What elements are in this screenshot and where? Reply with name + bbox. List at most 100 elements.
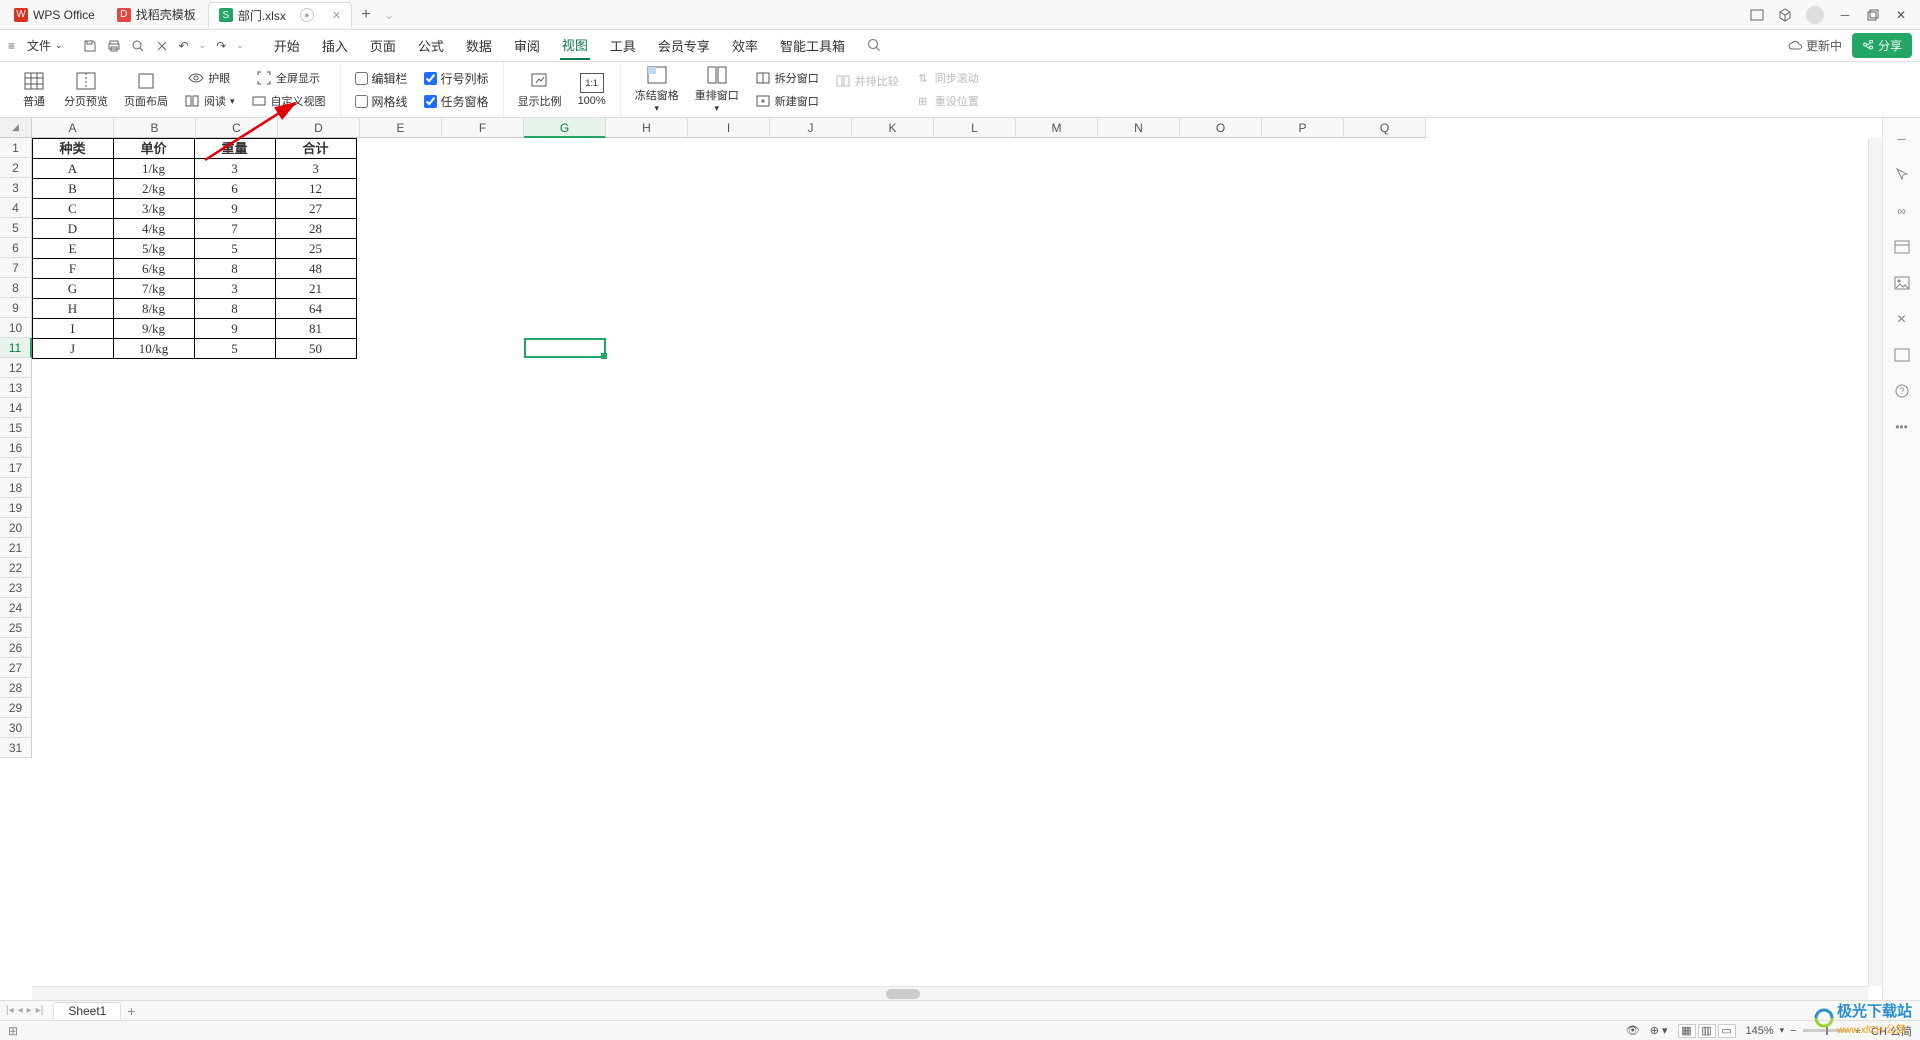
row-header[interactable]: 3 <box>0 178 32 198</box>
select-all-corner[interactable]: ◢ <box>0 118 32 138</box>
table-cell[interactable]: 48 <box>275 258 357 279</box>
row-header[interactable]: 6 <box>0 238 32 258</box>
col-header[interactable]: L <box>934 118 1016 138</box>
table-cell[interactable]: 8 <box>194 298 276 319</box>
row-header[interactable]: 2 <box>0 158 32 178</box>
col-header[interactable]: H <box>606 118 688 138</box>
row-header[interactable]: 28 <box>0 678 32 698</box>
tab-dropdown-icon[interactable]: ⌄ <box>384 8 394 22</box>
table-cell[interactable]: 3/kg <box>113 198 195 219</box>
table-cell[interactable]: C <box>32 198 114 219</box>
menu-tab-4[interactable]: 数据 <box>464 32 494 59</box>
reader-icon[interactable] <box>1750 8 1764 22</box>
cut-icon[interactable] <box>155 39 169 53</box>
menu-tab-3[interactable]: 公式 <box>416 32 446 59</box>
menu-tab-0[interactable]: 开始 <box>272 32 302 59</box>
row-header[interactable]: 8 <box>0 278 32 298</box>
table-cell[interactable]: 3 <box>194 278 276 299</box>
col-header[interactable]: I <box>688 118 770 138</box>
zoom-100-button[interactable]: 1:1100% <box>572 71 612 109</box>
table-cell[interactable]: 21 <box>275 278 357 299</box>
row-header[interactable]: 14 <box>0 398 32 418</box>
row-header[interactable]: 16 <box>0 438 32 458</box>
table-cell[interactable]: 25 <box>275 238 357 259</box>
row-header[interactable]: 19 <box>0 498 32 518</box>
table-cell[interactable]: H <box>32 298 114 319</box>
collapse-icon[interactable]: ─ <box>1893 130 1911 148</box>
table-header-cell[interactable]: 种类 <box>32 138 114 159</box>
sheet-tab[interactable]: Sheet1 <box>53 1002 121 1019</box>
status-mode-icon[interactable]: ⊞ <box>8 1024 18 1038</box>
file-menu[interactable]: 文件⌄ <box>21 34 69 57</box>
tab-template[interactable]: D 找稻壳模板 <box>107 2 206 28</box>
row-header[interactable]: 10 <box>0 318 32 338</box>
table-cell[interactable]: 9 <box>194 318 276 339</box>
vertical-scrollbar[interactable] <box>1868 138 1882 986</box>
col-header[interactable]: P <box>1262 118 1344 138</box>
table-cell[interactable]: 27 <box>275 198 357 219</box>
table-cell[interactable]: 1/kg <box>113 158 195 179</box>
read-mode-button[interactable]: 阅读▾ <box>178 91 241 111</box>
view-layout-button[interactable]: 页面布局 <box>118 69 174 111</box>
zoom-out-icon[interactable]: − <box>1790 1025 1796 1037</box>
table-cell[interactable]: 5/kg <box>113 238 195 259</box>
update-status[interactable]: 更新中 <box>1788 37 1842 54</box>
col-header[interactable]: J <box>770 118 852 138</box>
col-header[interactable]: G <box>524 118 606 138</box>
col-header[interactable]: E <box>360 118 442 138</box>
menu-tab-8[interactable]: 会员专享 <box>656 32 712 59</box>
table-cell[interactable]: D <box>32 218 114 239</box>
table-cell[interactable]: 3 <box>194 158 276 179</box>
close-window-icon[interactable]: ✕ <box>1894 8 1908 22</box>
checkbox-taskpane[interactable]: 任务窗格 <box>424 93 489 110</box>
table-cell[interactable]: 9 <box>194 198 276 219</box>
view-normal-button[interactable]: 普通 <box>14 69 54 111</box>
table-cell[interactable]: E <box>32 238 114 259</box>
table-cell[interactable]: 5 <box>194 338 276 359</box>
share-button[interactable]: 分享 <box>1852 33 1912 58</box>
eye-status-icon[interactable]: 👁 <box>1626 1024 1640 1037</box>
row-header[interactable]: 9 <box>0 298 32 318</box>
col-header[interactable]: N <box>1098 118 1180 138</box>
help-icon[interactable]: ? <box>1893 382 1911 400</box>
menu-tab-1[interactable]: 插入 <box>320 32 350 59</box>
table-cell[interactable]: 81 <box>275 318 357 339</box>
row-header[interactable]: 4 <box>0 198 32 218</box>
cube-icon[interactable] <box>1778 8 1792 22</box>
table-cell[interactable]: 28 <box>275 218 357 239</box>
table-cell[interactable]: 5 <box>194 238 276 259</box>
table-cell[interactable]: A <box>32 158 114 179</box>
undo-dropdown-icon[interactable]: ⌄ <box>199 40 207 51</box>
target-icon[interactable]: ⊕ ▾ <box>1650 1024 1668 1037</box>
col-header[interactable]: M <box>1016 118 1098 138</box>
row-header[interactable]: 23 <box>0 578 32 598</box>
row-header[interactable]: 25 <box>0 618 32 638</box>
menu-tab-9[interactable]: 效率 <box>730 32 760 59</box>
checkbox-rowcol[interactable]: 行号列标 <box>424 70 489 87</box>
col-header[interactable]: A <box>32 118 114 138</box>
custom-view-button[interactable]: 自定义视图 <box>245 91 332 111</box>
col-header[interactable]: Q <box>1344 118 1426 138</box>
cells-grid[interactable]: 种类单价重量合计A1/kg33B2/kg612C3/kg927D4/kg728E… <box>32 138 1868 986</box>
freeze-pane-button[interactable]: 冻结窗格▾ <box>629 63 685 116</box>
table-cell[interactable]: 64 <box>275 298 357 319</box>
arrange-window-button[interactable]: 重排窗口▾ <box>689 63 745 116</box>
row-header[interactable]: 26 <box>0 638 32 658</box>
table-cell[interactable]: J <box>32 338 114 359</box>
table-cell[interactable]: 50 <box>275 338 357 359</box>
sheet-nav[interactable]: |◂◂▸▸| <box>6 1005 43 1016</box>
checkbox-gridline[interactable]: 网格线 <box>355 93 408 110</box>
preview-icon[interactable] <box>131 39 145 53</box>
table-cell[interactable]: 12 <box>275 178 357 199</box>
table-cell[interactable]: 7/kg <box>113 278 195 299</box>
row-header[interactable]: 30 <box>0 718 32 738</box>
table-cell[interactable]: 6/kg <box>113 258 195 279</box>
row-header[interactable]: 31 <box>0 738 32 758</box>
search-icon[interactable] <box>867 38 882 53</box>
table-cell[interactable]: 9/kg <box>113 318 195 339</box>
col-header[interactable]: K <box>852 118 934 138</box>
menu-tab-2[interactable]: 页面 <box>368 32 398 59</box>
minimize-icon[interactable]: ─ <box>1838 8 1852 22</box>
avatar-icon[interactable] <box>1806 6 1824 24</box>
panel-icon[interactable] <box>1893 238 1911 256</box>
